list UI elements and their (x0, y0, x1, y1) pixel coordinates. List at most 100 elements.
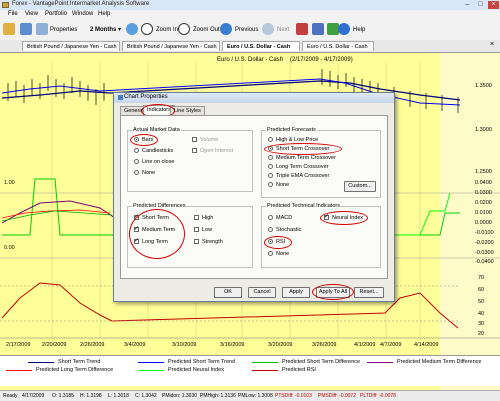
dialog-title: Chart Properties (124, 94, 168, 100)
cancel-button[interactable]: Cancel (248, 287, 276, 298)
stop-icon[interactable] (296, 23, 308, 35)
radio-none[interactable]: None (134, 170, 155, 176)
radio-high-low[interactable]: High & Low Price (268, 137, 318, 143)
custom-button[interactable]: Custom... (344, 181, 376, 192)
previous-button[interactable]: Previous (235, 24, 258, 36)
zoom-in-button[interactable]: Zoom In (156, 24, 178, 36)
menu-help[interactable]: Help (98, 11, 110, 17)
status-low: L: 1.3018 (108, 393, 129, 399)
radio-technical-none[interactable]: None (268, 251, 289, 257)
checkbox-mark[interactable] (194, 215, 199, 221)
radio-medium-term-crossover[interactable]: Medium Term Crossover (268, 155, 336, 161)
tab-4[interactable]: Euro / U.S. Dollar - Cash (302, 41, 374, 51)
legend-predicted-long-term-difference: Predicted Long Term Difference (6, 367, 113, 373)
checkbox-mark[interactable] (192, 148, 197, 154)
radio-candlesticks[interactable]: Candlesticks (134, 148, 173, 154)
legend-short-term-trend: Short Term Trend (28, 359, 100, 365)
checkbox-strength[interactable]: Strength (194, 239, 223, 245)
legend-predicted-short-term-difference: Predicted Short Term Difference (252, 359, 360, 365)
menu-portfolio[interactable]: Portfolio (45, 11, 67, 17)
next-button[interactable]: Next (277, 24, 289, 36)
legend-predicted-short-term-trend: Predicted Short Term Trend (138, 359, 235, 365)
checkbox-low[interactable]: Low (194, 227, 212, 233)
zoom-out-button[interactable]: Zoom Out (193, 24, 220, 36)
tab-3-active[interactable]: Euro / U.S. Dollar - Cash (222, 41, 300, 51)
apply-button[interactable]: Apply (282, 287, 310, 298)
maximize-icon[interactable]: □ (475, 1, 486, 9)
radio-mark[interactable] (268, 215, 273, 221)
next-icon[interactable] (262, 23, 274, 35)
close-icon[interactable]: × (488, 1, 499, 9)
grid-icon[interactable] (312, 23, 324, 35)
radio-forecast-none[interactable]: None (268, 182, 289, 188)
right-tick: -0.0400 (475, 259, 494, 265)
tab-2[interactable]: British Pound / Japanese Yen - Cash (122, 41, 220, 51)
previous-icon[interactable] (220, 23, 232, 35)
right-tick: 1.2500 (475, 169, 492, 175)
radio-mark[interactable] (268, 251, 273, 257)
x-tick: 2/26/2009 (80, 342, 104, 348)
period-dropdown[interactable]: 2 Months (90, 24, 116, 36)
radio-long-term-crossover[interactable]: Long Term Crossover (268, 164, 328, 170)
tab-1[interactable]: British Pound / Japanese Yen - Cash (22, 41, 120, 51)
menu-view[interactable]: View (25, 11, 38, 17)
zoom-in-icon[interactable] (141, 23, 153, 35)
radio-mark[interactable] (134, 148, 139, 154)
radio-mark[interactable] (268, 227, 273, 233)
zoom-out-icon[interactable] (178, 23, 190, 35)
chart-icon[interactable] (126, 23, 138, 35)
properties-icon[interactable] (36, 23, 48, 35)
chevron-down-icon[interactable]: ▾ (118, 24, 121, 36)
right-tick: 20 (478, 331, 484, 337)
x-tick: 2/20/2009 (42, 342, 66, 348)
chart-properties-dialog: Chart Properties General Indicators Line… (113, 92, 395, 302)
radio-mark[interactable] (268, 137, 273, 143)
x-tick: 3/26/2009 (312, 342, 336, 348)
checkbox-mark[interactable] (192, 137, 197, 143)
radio-macd[interactable]: MACD (268, 215, 292, 221)
legend-predicted-medium-term-difference: Predicted Medium Term Difference (367, 359, 481, 365)
properties-button[interactable]: Properties (50, 24, 77, 36)
legend-predicted-rsi: Predicted RSI (252, 367, 316, 373)
radio-triple-ema[interactable]: Triple EMA Crossover (268, 173, 329, 179)
minimize-icon[interactable]: – (462, 1, 473, 9)
menu-file[interactable]: File (8, 11, 18, 17)
close-tab-icon[interactable]: × (490, 41, 494, 48)
radio-mark[interactable] (268, 182, 273, 188)
radio-stochastic[interactable]: Stochastic (268, 227, 301, 233)
checkbox-mark[interactable] (194, 239, 199, 245)
checkbox-high[interactable]: High (194, 215, 213, 221)
print-icon[interactable] (20, 23, 32, 35)
menu-window[interactable]: Window (72, 11, 93, 17)
x-tick: 3/20/2009 (268, 342, 292, 348)
checkbox-volume[interactable]: Volume (192, 137, 218, 143)
x-tick: 3/10/2009 (172, 342, 196, 348)
radio-mark[interactable] (134, 170, 139, 176)
x-tick: 4/1/2009 (354, 342, 375, 348)
help-button[interactable]: Help (353, 24, 365, 36)
radio-mark[interactable] (134, 159, 139, 165)
radio-mark[interactable] (268, 164, 273, 170)
open-icon[interactable] (3, 23, 15, 35)
chart-legend: Short Term Trend Predicted Short Term Tr… (0, 355, 500, 386)
dialog-icon (118, 95, 123, 100)
reset-button[interactable]: Reset... (354, 287, 384, 298)
help-icon[interactable] (338, 23, 350, 35)
document-tabs: British Pound / Japanese Yen - Cash Brit… (0, 40, 500, 53)
radio-line-on-close[interactable]: Line on close (134, 159, 174, 165)
radio-mark[interactable] (268, 155, 273, 161)
status-pmsdiff: PMSDiff: -0.0072 (318, 393, 356, 399)
indicators-panel: Actual Market Data Bars Candlesticks Lin… (120, 115, 388, 279)
ok-button[interactable]: OK (214, 287, 242, 298)
status-pmlow: PMLow: 1.3008 (238, 393, 273, 399)
right-tick: 0.0000 (475, 220, 492, 226)
toolbar: Properties 2 Months ▾ Zoom In Zoom Out P… (0, 20, 500, 41)
right-tick: 0.0100 (475, 210, 492, 216)
checkbox-mark[interactable] (194, 227, 199, 233)
radio-mark[interactable] (268, 173, 273, 179)
predicted-technical-group: Predicted Technical Indicators MACD Stoc… (261, 203, 381, 268)
status-bar: Ready 4/17/2009 O: 1.3185 H: 1.3198 L: 1… (0, 390, 500, 401)
right-tick: 0.0300 (475, 190, 492, 196)
checkbox-open-interest[interactable]: Open Interest (192, 148, 233, 154)
status-pmidon: PMidon: 1.3030 (162, 393, 198, 399)
